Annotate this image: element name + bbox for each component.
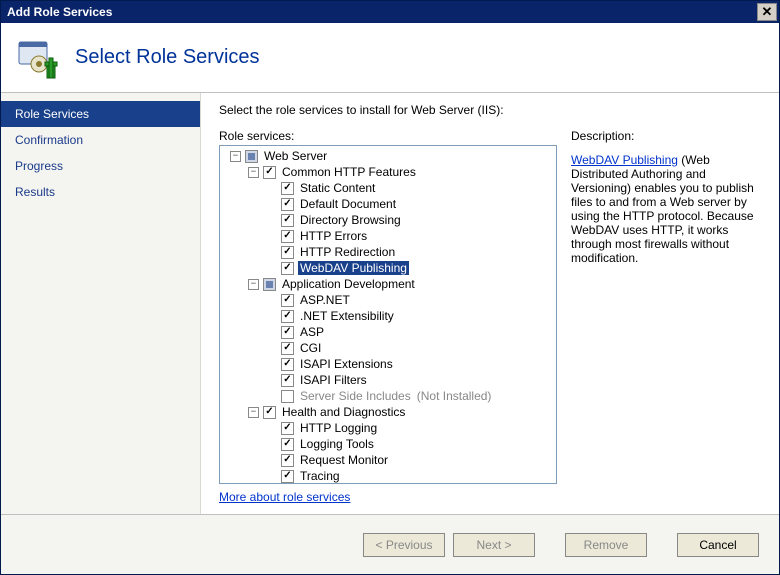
collapse-icon[interactable]: − (248, 279, 259, 290)
tree-node-label: Directory Browsing (298, 213, 403, 227)
tree-node-label: HTTP Errors (298, 229, 369, 243)
checkbox[interactable] (281, 358, 294, 371)
tree-node-default-document[interactable]: Default Document (220, 196, 556, 212)
main-panel: Select the role services to install for … (201, 93, 779, 514)
wizard-icon (15, 34, 63, 82)
tree-label: Role services: (219, 129, 557, 143)
tree-node-label: Request Monitor (298, 453, 390, 467)
tree-node-label: ISAPI Filters (298, 373, 369, 387)
description-label: Description: (571, 129, 763, 143)
tree-node-isapi-filters[interactable]: ISAPI Filters (220, 372, 556, 388)
more-link: More about role services (219, 490, 557, 504)
checkbox[interactable] (281, 182, 294, 195)
description-text: (Web Distributed Authoring and Versionin… (571, 153, 754, 265)
header-area: Select Role Services (1, 23, 779, 93)
tree-node-application-development[interactable]: − Application Development (220, 276, 556, 292)
tree-node-label: Default Document (298, 197, 398, 211)
sidebar-step-confirmation[interactable]: Confirmation (1, 127, 200, 153)
tree-node-cgi[interactable]: CGI (220, 340, 556, 356)
tree-node-label: ASP (298, 325, 326, 339)
tree-node-label: HTTP Redirection (298, 245, 397, 259)
page-heading: Select Role Services (75, 46, 260, 69)
tree-node-label: Logging Tools (298, 437, 376, 451)
checkbox[interactable] (281, 262, 294, 275)
tree-node-health-and-diagnostics[interactable]: − Health and Diagnostics (220, 404, 556, 420)
tree-node-request-monitor[interactable]: Request Monitor (220, 452, 556, 468)
tree-node-isapi-extensions[interactable]: ISAPI Extensions (220, 356, 556, 372)
tree-node-asp-net[interactable]: ASP.NET (220, 292, 556, 308)
tree-node-label: WebDAV Publishing (298, 261, 409, 275)
checkbox[interactable] (281, 326, 294, 339)
collapse-icon[interactable]: − (248, 407, 259, 418)
tree-node-static-content[interactable]: Static Content (220, 180, 556, 196)
checkbox[interactable] (263, 166, 276, 179)
button-row: < Previous Next > Remove Cancel (1, 514, 779, 574)
tree-node-http-redirection[interactable]: HTTP Redirection (220, 244, 556, 260)
checkbox[interactable] (281, 422, 294, 435)
checkbox[interactable] (281, 454, 294, 467)
more-about-link[interactable]: More about role services (219, 490, 350, 504)
checkbox[interactable] (281, 374, 294, 387)
tree-node-label: ISAPI Extensions (298, 357, 395, 371)
tree-node-common-http-features[interactable]: − Common HTTP Features (220, 164, 556, 180)
tree-node-http-errors[interactable]: HTTP Errors (220, 228, 556, 244)
instruction-text: Select the role services to install for … (219, 103, 763, 117)
checkbox[interactable] (245, 150, 258, 163)
role-services-tree[interactable]: −Web Server−Common HTTP FeaturesStatic C… (219, 145, 557, 484)
collapse-icon[interactable]: − (230, 151, 241, 162)
wizard-window: Add Role Services ✕ Select Role Services… (0, 0, 780, 575)
tree-node-asp[interactable]: ASP (220, 324, 556, 340)
tree-node-directory-browsing[interactable]: Directory Browsing (220, 212, 556, 228)
next-button[interactable]: Next > (453, 533, 535, 557)
tree-node-web-server[interactable]: − Web Server (220, 148, 556, 164)
titlebar: Add Role Services ✕ (1, 1, 779, 23)
checkbox[interactable] (281, 310, 294, 323)
sidebar-step-role-services[interactable]: Role Services (1, 101, 200, 127)
checkbox[interactable] (263, 278, 276, 291)
checkbox[interactable] (281, 470, 294, 483)
tree-node-label: Application Development (280, 277, 417, 291)
tree-node-label: Server Side Includes (298, 389, 413, 403)
checkbox[interactable] (281, 230, 294, 243)
sidebar-step-results[interactable]: Results (1, 179, 200, 205)
tree-node-server-side-includes[interactable]: Server Side Includes (Not Installed) (220, 388, 556, 404)
sidebar-step-progress[interactable]: Progress (1, 153, 200, 179)
cancel-button[interactable]: Cancel (677, 533, 759, 557)
tree-node-tracing[interactable]: Tracing (220, 468, 556, 484)
tree-node-http-logging[interactable]: HTTP Logging (220, 420, 556, 436)
collapse-icon[interactable]: − (248, 167, 259, 178)
not-installed-note: (Not Installed) (417, 389, 492, 403)
checkbox[interactable] (281, 294, 294, 307)
tree-node-label: Health and Diagnostics (280, 405, 407, 419)
checkbox[interactable] (281, 246, 294, 259)
checkbox[interactable] (281, 214, 294, 227)
description-body: WebDAV Publishing (Web Distributed Autho… (571, 153, 763, 265)
tree-node-label: Common HTTP Features (280, 165, 418, 179)
tree-node-label: .NET Extensibility (298, 309, 396, 323)
tree-node-label: HTTP Logging (298, 421, 379, 435)
checkbox[interactable] (263, 406, 276, 419)
tree-node-label: CGI (298, 341, 323, 355)
checkbox[interactable] (281, 198, 294, 211)
description-column: Description: WebDAV Publishing (Web Dist… (571, 129, 763, 504)
remove-button[interactable]: Remove (565, 533, 647, 557)
window-title: Add Role Services (7, 5, 757, 19)
body-area: Role ServicesConfirmationProgressResults… (1, 93, 779, 514)
content-row: Role services: −Web Server−Common HTTP F… (219, 129, 763, 504)
tree-node-logging-tools[interactable]: Logging Tools (220, 436, 556, 452)
tree-node-label: Tracing (298, 469, 342, 483)
checkbox (281, 390, 294, 403)
previous-button[interactable]: < Previous (363, 533, 445, 557)
tree-node-label: Static Content (298, 181, 377, 195)
sidebar: Role ServicesConfirmationProgressResults (1, 93, 201, 514)
tree-column: Role services: −Web Server−Common HTTP F… (219, 129, 557, 504)
tree-node--net-extensibility[interactable]: .NET Extensibility (220, 308, 556, 324)
description-link[interactable]: WebDAV Publishing (571, 153, 678, 167)
checkbox[interactable] (281, 438, 294, 451)
checkbox[interactable] (281, 342, 294, 355)
tree-node-label: Web Server (262, 149, 329, 163)
close-icon[interactable]: ✕ (757, 3, 777, 21)
tree-node-label: ASP.NET (298, 293, 352, 307)
tree-node-webdav-publishing[interactable]: WebDAV Publishing (220, 260, 556, 276)
